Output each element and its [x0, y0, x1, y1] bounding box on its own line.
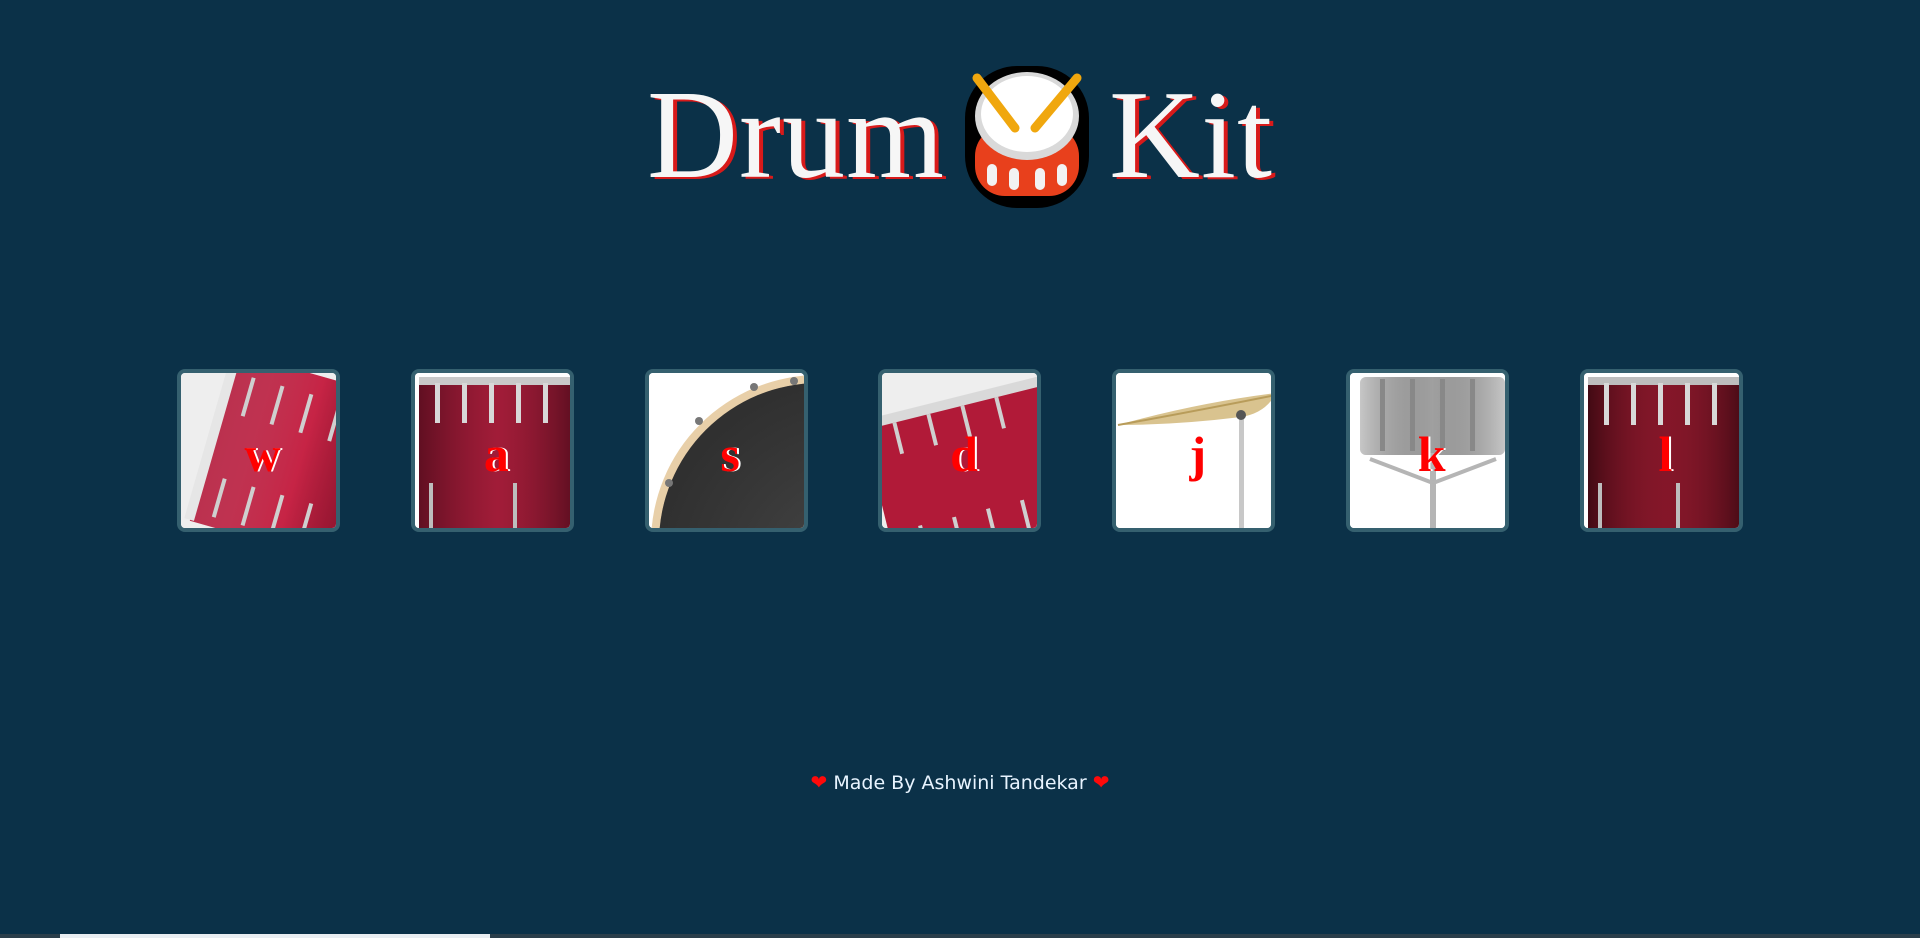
drum-key-label: d — [950, 426, 978, 482]
drum-set: w a s d j k l — [177, 369, 1743, 540]
page-title: Drum Kit — [0, 56, 1920, 216]
drum-button-l[interactable]: l — [1579, 369, 1743, 532]
drum-button-a[interactable]: a — [410, 369, 574, 532]
drum-key-label: j — [1189, 426, 1207, 482]
horizontal-scrollbar-thumb[interactable] — [60, 934, 490, 938]
title-word-kit: Kit — [1108, 66, 1273, 205]
heart-icon: ❤ — [810, 770, 828, 794]
drum-key-label: a — [483, 426, 509, 482]
drum-button-j[interactable]: j — [1112, 369, 1276, 532]
drum-icon — [964, 66, 1089, 208]
drum-key-label: l — [1658, 426, 1673, 482]
drum-key-label: s — [720, 426, 740, 482]
drum-key-label: k — [1417, 426, 1446, 482]
footer: ❤ Made By Ashwini Tandekar ❤ — [0, 770, 1920, 794]
drum-button-d[interactable]: d — [878, 369, 1042, 532]
drum-button-w[interactable]: w — [177, 369, 340, 532]
drum-key-label: w — [244, 426, 281, 482]
title-word-drum: Drum — [647, 66, 945, 205]
drum-button-k[interactable]: k — [1346, 369, 1510, 532]
footer-credit: Made By Ashwini Tandekar — [833, 772, 1087, 794]
drum-button-s[interactable]: s — [644, 369, 808, 532]
heart-icon: ❤ — [1092, 770, 1110, 794]
